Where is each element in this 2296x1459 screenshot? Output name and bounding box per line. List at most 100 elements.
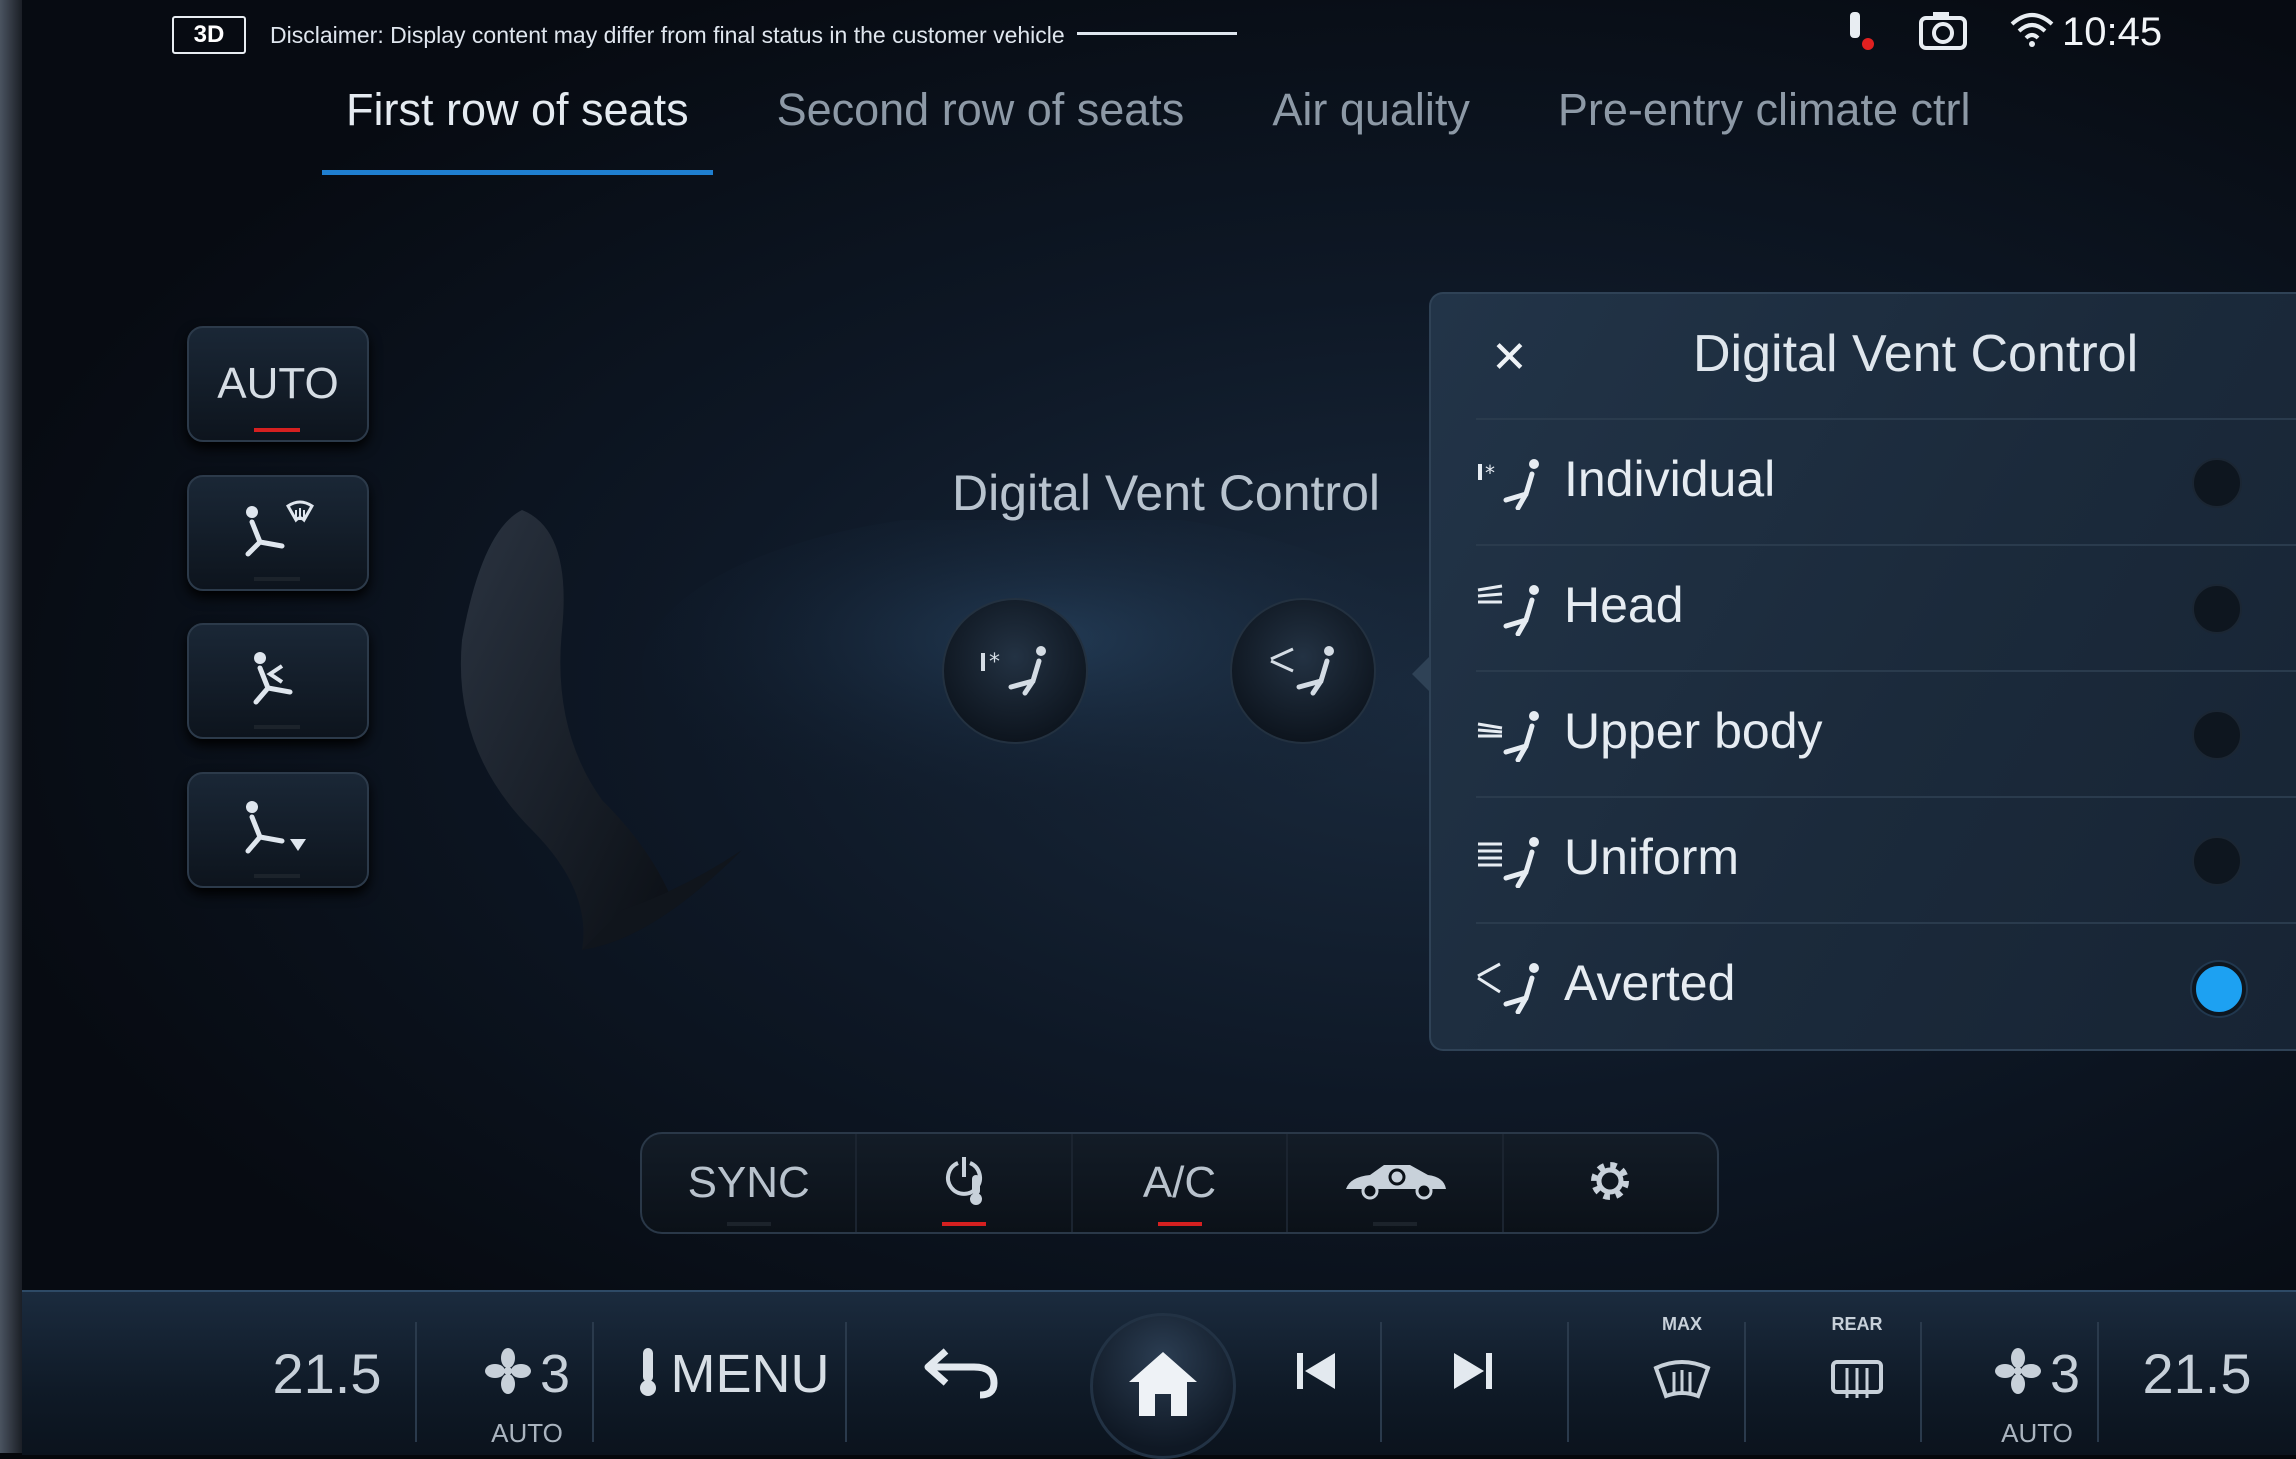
panel-title: Digital Vent Control bbox=[1693, 325, 2139, 383]
microphone-icon bbox=[1842, 8, 1878, 57]
left-fan-value: 3 bbox=[539, 1343, 571, 1404]
next-track-button[interactable] bbox=[1422, 1292, 1522, 1455]
left-temp-value: 21.5 bbox=[272, 1342, 382, 1405]
left-temperature[interactable]: 21.5 bbox=[252, 1292, 402, 1455]
max-label: MAX bbox=[1662, 1314, 1702, 1334]
thermometer-icon bbox=[635, 1344, 661, 1403]
climate-power-button[interactable] bbox=[857, 1134, 1073, 1232]
right-temperature[interactable]: 21.5 bbox=[2122, 1292, 2272, 1455]
climate-quick-bar: SYNC A/C bbox=[640, 1132, 1719, 1234]
vent-averted-button[interactable] bbox=[1230, 598, 1376, 744]
mode-indicator bbox=[254, 725, 300, 729]
auto-mode-button[interactable]: AUTO bbox=[187, 326, 369, 442]
power-thermometer-icon bbox=[936, 1153, 992, 1214]
option-head[interactable]: Head bbox=[1476, 544, 2296, 670]
vent-uniform-icon bbox=[1476, 834, 1546, 893]
disclaimer-text: Disclaimer: Display content may differ f… bbox=[270, 22, 1065, 48]
divider bbox=[1567, 1322, 1569, 1442]
vent-individual-button[interactable]: * bbox=[942, 598, 1088, 744]
menu-label: MENU bbox=[670, 1343, 830, 1404]
gear-icon bbox=[1584, 1155, 1636, 1212]
ac-button[interactable]: A/C bbox=[1073, 1134, 1289, 1232]
digital-vent-control-title: Digital Vent Control bbox=[952, 465, 1381, 521]
option-averted[interactable]: Averted bbox=[1476, 922, 2296, 1048]
divider bbox=[2097, 1322, 2099, 1442]
option-label: Individual bbox=[1564, 451, 1776, 507]
skip-next-icon bbox=[1448, 1349, 1496, 1398]
tab-first-row[interactable]: First row of seats bbox=[322, 87, 713, 175]
fan-icon bbox=[1994, 1347, 2042, 1400]
vent-individual-icon: * bbox=[975, 639, 1055, 704]
climate-menu-button[interactable]: MENU bbox=[622, 1292, 842, 1455]
fan-icon bbox=[484, 1347, 532, 1400]
right-fan-value: 3 bbox=[2049, 1343, 2081, 1404]
radio-button[interactable] bbox=[2192, 584, 2242, 634]
skip-previous-icon bbox=[1293, 1349, 1341, 1398]
rear-defrost-button[interactable]: REAR bbox=[1787, 1292, 1927, 1455]
clock: 10:45 bbox=[2062, 10, 2163, 54]
rear-label: REAR bbox=[1831, 1314, 1883, 1334]
screen-bezel bbox=[0, 0, 22, 1453]
vent-upper-body-icon bbox=[1476, 708, 1546, 767]
airflow-defrost-button[interactable] bbox=[187, 475, 369, 591]
radio-button[interactable] bbox=[2192, 710, 2242, 760]
rear-window-defrost-icon bbox=[1827, 1336, 1887, 1411]
mode-indicator bbox=[254, 577, 300, 581]
option-individual[interactable]: * Individual bbox=[1476, 418, 2296, 544]
tab-second-row[interactable]: Second row of seats bbox=[753, 87, 1209, 170]
disclaimer-underline bbox=[1077, 32, 1237, 35]
vent-individual-icon: * bbox=[1476, 456, 1546, 515]
sync-label: SYNC bbox=[687, 1158, 810, 1207]
option-label: Upper body bbox=[1564, 703, 1823, 759]
option-label: Averted bbox=[1564, 955, 1736, 1011]
climate-screen: 3D Disclaimer: Display content may diffe… bbox=[22, 0, 2296, 1453]
right-fan-speed[interactable]: 3 AUTO bbox=[1962, 1292, 2112, 1455]
vent-averted-icon bbox=[1476, 960, 1546, 1019]
close-icon[interactable]: ✕ bbox=[1491, 332, 1528, 383]
sync-button[interactable]: SYNC bbox=[642, 1134, 858, 1232]
right-fan-mode: AUTO bbox=[2001, 1418, 2073, 1448]
tab-pre-entry-climate[interactable]: Pre-entry climate ctrl bbox=[1534, 87, 1995, 170]
radio-button[interactable] bbox=[2192, 458, 2242, 508]
ac-indicator bbox=[1157, 1222, 1202, 1226]
back-button[interactable] bbox=[902, 1292, 1022, 1455]
3d-badge: 3D bbox=[172, 16, 246, 54]
airflow-upper-button[interactable] bbox=[187, 623, 369, 739]
seat-upper-airflow-icon bbox=[238, 644, 318, 719]
option-upper-body[interactable]: Upper body bbox=[1476, 670, 2296, 796]
radio-button[interactable] bbox=[2192, 836, 2242, 886]
tab-bar: First row of seats Second row of seats A… bbox=[322, 87, 2034, 175]
option-label: Head bbox=[1564, 577, 1684, 633]
tab-air-quality[interactable]: Air quality bbox=[1248, 87, 1494, 170]
home-icon bbox=[1125, 1348, 1201, 1425]
divider bbox=[592, 1322, 594, 1442]
back-arrow-icon bbox=[922, 1343, 1002, 1404]
vent-averted-icon bbox=[1263, 639, 1343, 704]
mode-indicator bbox=[254, 874, 300, 878]
wifi-icon bbox=[2008, 10, 2056, 55]
vent-mode-panel: ✕ Digital Vent Control * Individual Head… bbox=[1429, 292, 2296, 1051]
radio-button-selected[interactable] bbox=[2192, 962, 2246, 1016]
auto-label: AUTO bbox=[217, 359, 339, 408]
previous-track-button[interactable] bbox=[1267, 1292, 1367, 1455]
seat-footwell-airflow-icon bbox=[238, 793, 318, 868]
svg-text:*: * bbox=[1485, 461, 1495, 485]
panel-pointer bbox=[1412, 656, 1430, 692]
max-defrost-button[interactable]: MAX bbox=[1612, 1292, 1752, 1455]
divider bbox=[1920, 1322, 1922, 1442]
left-fan-speed[interactable]: 3 AUTO bbox=[452, 1292, 602, 1455]
home-button[interactable] bbox=[1090, 1313, 1236, 1459]
option-uniform[interactable]: Uniform bbox=[1476, 796, 2296, 922]
recirculation-button[interactable] bbox=[1288, 1134, 1504, 1232]
car-recirculation-icon bbox=[1340, 1159, 1450, 1208]
right-temp-value: 21.5 bbox=[2142, 1342, 2252, 1405]
climate-settings-button[interactable] bbox=[1504, 1134, 1717, 1232]
divider bbox=[845, 1322, 847, 1442]
airflow-footwell-button[interactable] bbox=[187, 772, 369, 888]
sync-indicator bbox=[726, 1222, 771, 1226]
divider bbox=[1744, 1322, 1746, 1442]
svg-text:*: * bbox=[989, 650, 1000, 675]
vent-head-icon bbox=[1476, 582, 1546, 641]
divider bbox=[415, 1322, 417, 1442]
ac-label: A/C bbox=[1142, 1158, 1217, 1207]
